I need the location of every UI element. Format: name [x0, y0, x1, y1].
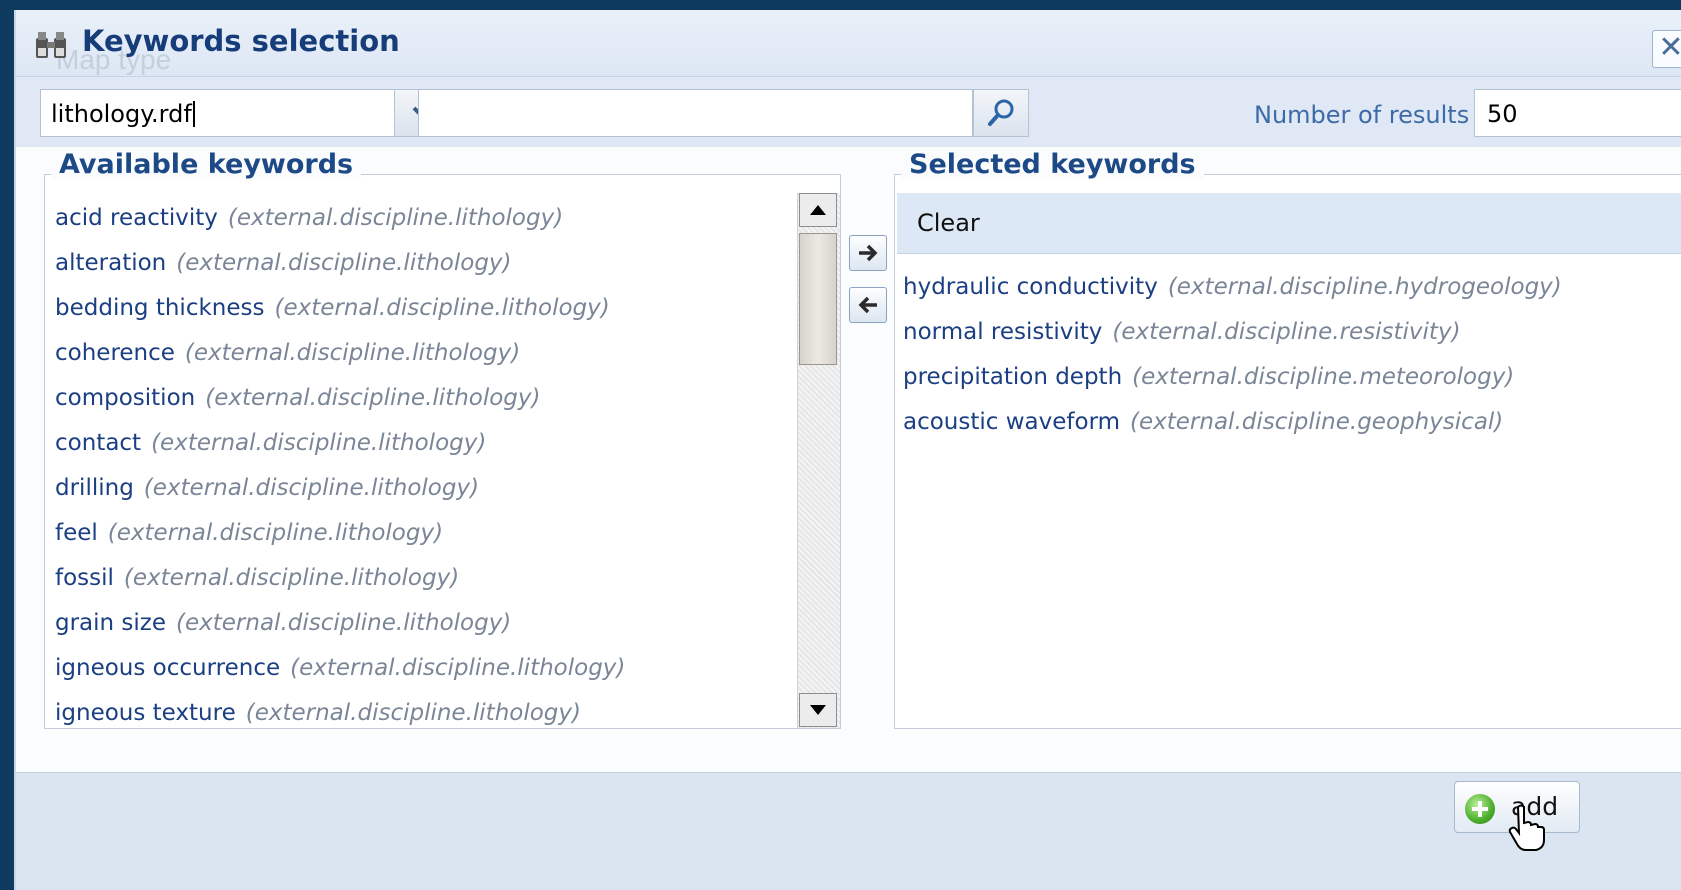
available-keywords-panel: Available keywords acid reactivity (exter…: [44, 149, 841, 729]
available-keywords-scrollbar[interactable]: [797, 193, 840, 728]
hand-cursor-icon: [1508, 804, 1545, 851]
results-count-input[interactable]: 50: [1474, 89, 1681, 137]
text-caret: [192, 101, 195, 127]
arrow-down-icon: [810, 705, 826, 715]
add-selected-button[interactable]: [849, 235, 887, 271]
clear-selection-button[interactable]: Clear: [897, 193, 1681, 254]
scroll-up-button[interactable]: [799, 193, 837, 227]
available-keyword-item[interactable]: feel (external.discipline.lithology): [55, 513, 443, 553]
dialog-title: Keywords selection: [82, 24, 400, 58]
selected-keyword-item[interactable]: normal resistivity (external.discipline.r…: [903, 312, 1461, 352]
remove-selected-button[interactable]: [849, 287, 887, 323]
arrow-left-icon: [858, 296, 877, 314]
results-count-value: 50: [1487, 100, 1518, 128]
available-keyword-item[interactable]: coherence (external.discipline.lithology): [55, 333, 520, 373]
available-keyword-item[interactable]: bedding thickness (external.discipline.li…: [55, 288, 610, 328]
magnifier-icon: [988, 99, 1014, 126]
dialog-titlebar[interactable]: Map type Keywords selection ✕: [16, 10, 1681, 77]
available-keyword-item[interactable]: contact (external.discipline.lithology): [55, 423, 486, 463]
binoculars-icon: [36, 32, 66, 58]
keyword-search-input[interactable]: [418, 89, 973, 137]
scroll-down-button[interactable]: [799, 693, 837, 727]
available-keyword-item[interactable]: grain size (external.discipline.lithology…: [55, 603, 511, 643]
thesaurus-combo-value[interactable]: lithology.rdf: [51, 100, 195, 128]
results-count-label: Number of results: [1254, 101, 1470, 129]
selected-keyword-item[interactable]: precipitation depth (external.discipline.…: [903, 357, 1514, 397]
scrollbar-thumb[interactable]: [799, 233, 837, 365]
close-icon: ✕: [1658, 30, 1681, 65]
selected-keyword-item[interactable]: acoustic waveform (external.discipline.ge…: [903, 402, 1503, 442]
selected-keywords-panel: Selected keywords Clear hydraulic conduc…: [894, 149, 1681, 729]
available-keywords-list[interactable]: acid reactivity (external.discipline.lith…: [45, 175, 796, 728]
thesaurus-combo[interactable]: lithology.rdf: [40, 89, 452, 137]
arrow-right-icon: [859, 244, 878, 262]
add-icon: [1465, 794, 1495, 824]
arrow-up-icon: [810, 205, 826, 215]
close-button[interactable]: ✕: [1652, 30, 1681, 68]
available-keyword-item[interactable]: alteration (external.discipline.lithology…: [55, 243, 512, 283]
available-keyword-item[interactable]: igneous texture (external.discipline.lith…: [55, 693, 581, 728]
available-keyword-item[interactable]: composition (external.discipline.litholog…: [55, 378, 541, 418]
dialog-footer: add: [16, 772, 1681, 890]
search-button[interactable]: [973, 89, 1029, 137]
selected-keyword-item[interactable]: hydraulic conductivity (external.discipli…: [903, 267, 1562, 307]
selected-keywords-legend: Selected keywords: [901, 149, 1204, 180]
available-keyword-item[interactable]: drilling (external.discipline.lithology): [55, 468, 479, 508]
available-keyword-item[interactable]: fossil (external.discipline.lithology): [55, 558, 459, 598]
clear-label: Clear: [917, 209, 980, 237]
search-toolbar: lithology.rdf Number of results 50: [16, 77, 1681, 147]
available-keyword-item[interactable]: acid reactivity (external.discipline.lith…: [55, 198, 563, 238]
keywords-content: Available keywords acid reactivity (exter…: [16, 147, 1681, 772]
keywords-dialog: Map type Keywords selection ✕ lithology.…: [14, 10, 1681, 890]
available-keyword-item[interactable]: igneous occurrence (external.discipline.l…: [55, 648, 625, 688]
